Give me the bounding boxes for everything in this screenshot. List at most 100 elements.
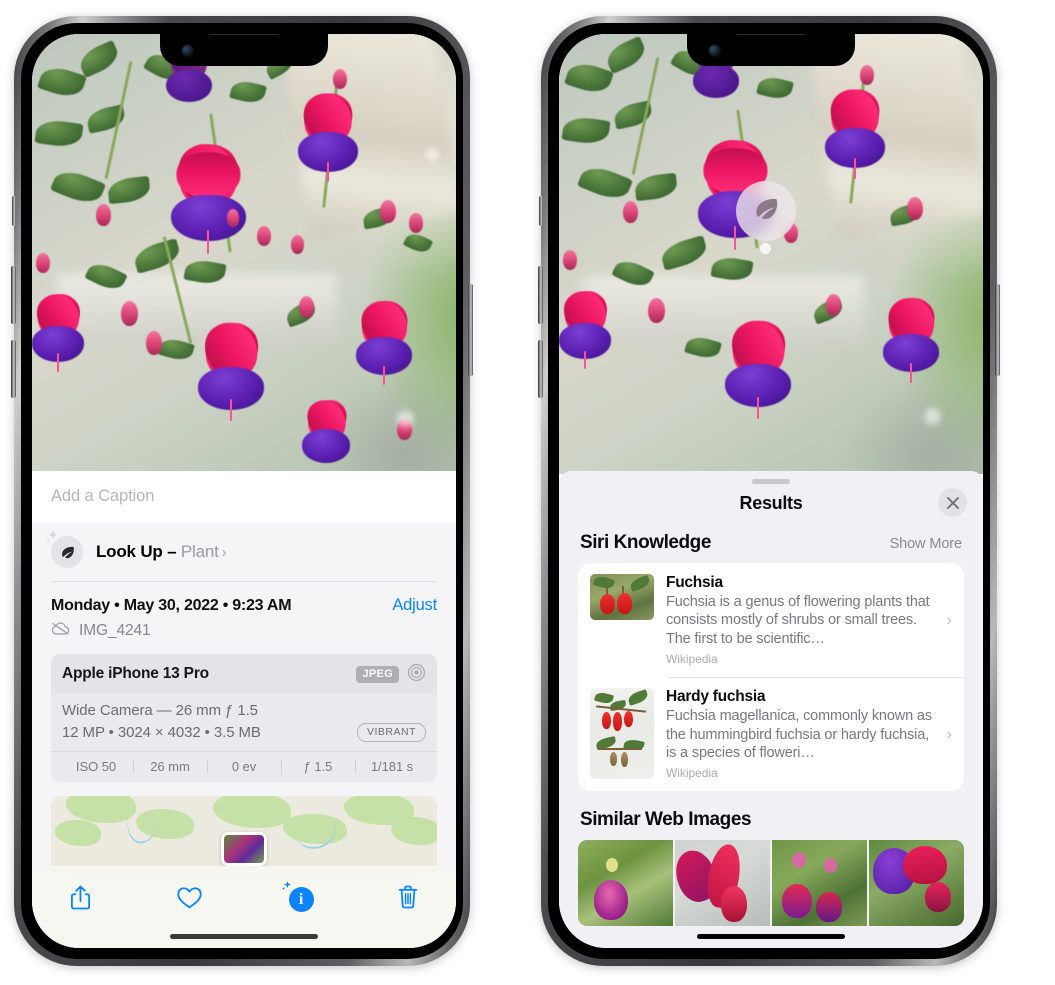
mute-switch[interactable] <box>539 196 543 226</box>
list-item[interactable]: Fuchsia Fuchsia is a genus of flowering … <box>578 563 964 677</box>
format-badge: JPEG <box>356 665 399 683</box>
volume-down-button[interactable] <box>538 340 543 398</box>
result-source: Wikipedia <box>666 766 718 781</box>
icloud-slash-icon <box>51 621 70 641</box>
show-more-button[interactable]: Show More <box>890 536 963 552</box>
photo-bud <box>256 226 271 247</box>
photo-flower <box>176 313 286 422</box>
result-description: Fuchsia is a genus of flowering plants t… <box>666 594 930 647</box>
close-button[interactable] <box>938 488 967 517</box>
image-size-info: 12 MP • 3024 × 4032 • 3.5 MB <box>62 724 261 741</box>
look-up-title: Look Up – <box>96 542 177 561</box>
share-button[interactable] <box>58 877 102 917</box>
chevron-right-icon: › <box>221 544 227 561</box>
file-row: IMG_4241 <box>32 621 456 654</box>
map-photo-pin[interactable] <box>221 832 267 866</box>
iphone-left-photo-info: Add a Caption Look Up – Plant › Monday •… <box>11 16 473 966</box>
delete-button[interactable] <box>386 877 430 917</box>
photo-bud <box>906 196 923 220</box>
photo-flower <box>278 84 378 183</box>
info-badge-glyph: i <box>288 887 314 912</box>
photo-bud <box>299 296 315 319</box>
exif-card[interactable]: Apple iPhone 13 Pro JPEG Wide Camera — 2… <box>51 654 437 782</box>
photo-bud <box>36 252 51 273</box>
results-sheet: Results Siri Knowledge Show More Fuchsia… <box>559 471 983 948</box>
similar-web-images-strip[interactable] <box>578 840 964 927</box>
result-source: Wikipedia <box>666 652 718 667</box>
exif-stat-shutter: 1/181 s <box>355 759 429 774</box>
earpiece-speaker <box>734 34 808 35</box>
web-image-4[interactable] <box>869 840 964 927</box>
info-button[interactable]: i <box>277 877 321 917</box>
map-green-area <box>54 819 101 846</box>
photo-flower <box>703 311 813 420</box>
photo-bud <box>95 204 111 227</box>
photo-view-right[interactable] <box>559 34 983 474</box>
photo-flower <box>805 80 905 179</box>
sparkle-icon <box>44 528 62 546</box>
exif-header: Apple iPhone 13 Pro JPEG <box>51 654 437 693</box>
favorite-button[interactable] <box>167 877 211 917</box>
photo-flower <box>286 392 366 463</box>
volume-down-button[interactable] <box>11 340 16 398</box>
result-description: Fuchsia magellanica, commonly known as t… <box>666 708 932 762</box>
sheet-title: Results <box>739 493 803 513</box>
siri-knowledge-header: Siri Knowledge Show More <box>559 527 983 563</box>
info-sparkle-icon: i <box>281 881 314 912</box>
volume-up-button[interactable] <box>538 266 543 324</box>
web-image-2[interactable] <box>675 840 770 927</box>
look-up-row[interactable]: Look Up – Plant › <box>32 523 456 581</box>
camera-device: Apple iPhone 13 Pro <box>62 665 209 682</box>
map-pin-thumbnail <box>224 835 264 863</box>
exif-stat-iso: ISO 50 <box>75 759 117 774</box>
mute-switch[interactable] <box>12 196 16 226</box>
exif-header-badges: JPEG <box>356 663 426 685</box>
photo-bokeh <box>396 409 414 427</box>
result-thumbnail <box>590 574 654 620</box>
caption-input[interactable]: Add a Caption <box>32 471 456 523</box>
web-image-3[interactable] <box>772 840 867 927</box>
visual-lookup-badge[interactable] <box>736 181 796 241</box>
photo-flower <box>337 292 431 386</box>
section-title: Siri Knowledge <box>580 532 711 553</box>
phone-screen-right: Results Siri Knowledge Show More Fuchsia… <box>559 34 983 948</box>
map-green-area <box>66 796 137 823</box>
photo-bud <box>826 293 842 316</box>
list-item[interactable]: Hardy fuchsia Fuchsia magellanica, commo… <box>578 677 964 791</box>
visual-lookup-anchor-dot <box>760 243 771 254</box>
photo-bokeh <box>426 147 440 161</box>
map-river <box>283 796 343 855</box>
home-indicator[interactable] <box>697 934 845 939</box>
exif-stat-aperture: ƒ 1.5 <box>281 759 355 774</box>
side-power-button[interactable] <box>468 284 473 376</box>
result-title: Fuchsia <box>666 574 723 591</box>
photographic-style-badge: VIBRANT <box>356 723 426 742</box>
chevron-right-icon: › <box>946 610 952 630</box>
leaf-icon <box>751 194 781 229</box>
web-image-1[interactable] <box>578 840 673 927</box>
phone-bezel: Results Siri Knowledge Show More Fuchsia… <box>548 23 990 959</box>
exif-body: Wide Camera — 26 mm ƒ 1.5 12 MP • 3024 ×… <box>51 693 437 751</box>
photo-info-panel: Add a Caption Look Up – Plant › Monday •… <box>32 471 456 948</box>
chevron-right-icon: › <box>946 724 952 744</box>
photo-bud <box>563 249 578 270</box>
front-camera-icon <box>182 45 193 56</box>
earpiece-speaker <box>207 34 281 35</box>
result-body: Fuchsia Fuchsia is a genus of flowering … <box>666 574 932 666</box>
photo-bud <box>648 298 666 323</box>
front-camera-icon <box>709 45 720 56</box>
photo-bud <box>290 235 304 255</box>
volume-up-button[interactable] <box>11 266 16 324</box>
adjust-button[interactable]: Adjust <box>392 596 437 615</box>
result-body: Hardy fuchsia Fuchsia magellanica, commo… <box>666 688 932 780</box>
photo-view-left[interactable] <box>32 34 456 471</box>
location-map[interactable] <box>51 796 437 866</box>
similar-web-images-header: Similar Web Images <box>559 791 983 840</box>
side-power-button[interactable] <box>995 284 1000 376</box>
look-up-subject: Plant <box>180 542 219 561</box>
exif-stats-row: ISO 50 26 mm 0 ev ƒ 1.5 1/181 s <box>51 751 437 782</box>
home-indicator[interactable] <box>170 934 318 939</box>
phone-bezel: Add a Caption Look Up – Plant › Monday •… <box>21 23 463 959</box>
exif-stat-exposure: 0 ev <box>207 759 281 774</box>
phone-screen-left: Add a Caption Look Up – Plant › Monday •… <box>32 34 456 948</box>
